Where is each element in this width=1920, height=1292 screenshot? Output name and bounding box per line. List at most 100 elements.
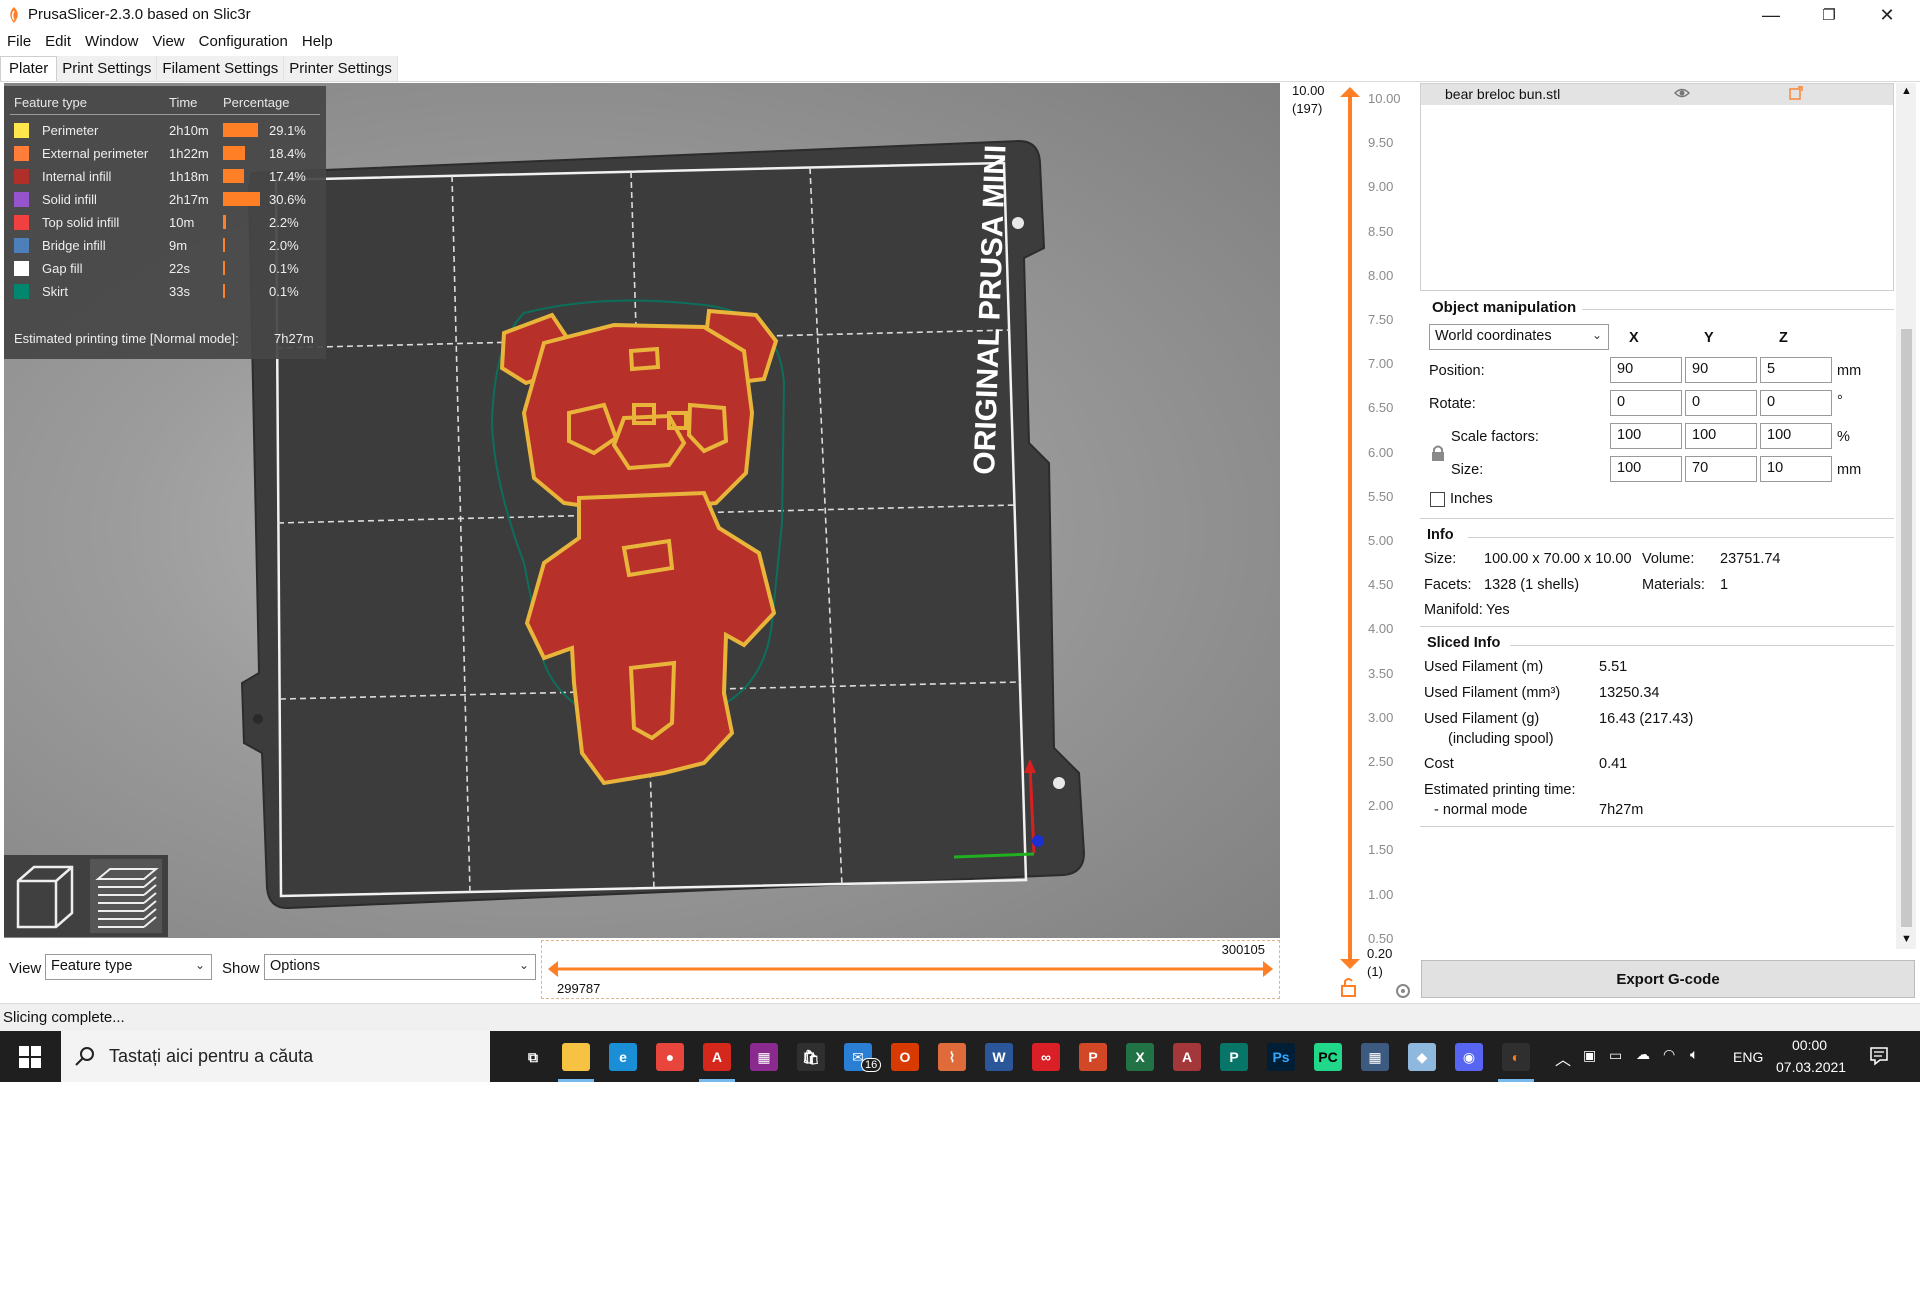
show-options-select[interactable]: Options ⌄ [264, 954, 536, 980]
legend-percentage-bar [223, 146, 246, 160]
layer-slider-bottom-thumb[interactable] [1340, 959, 1360, 969]
scrollbar-thumb[interactable] [1901, 329, 1912, 927]
tab-print-settings[interactable]: Print Settings [57, 56, 158, 81]
legend-percentage-bar [223, 284, 225, 298]
menu-window[interactable]: Window [78, 30, 145, 54]
size-z-input[interactable]: 10 [1760, 456, 1832, 482]
volume-icon[interactable]: 🔈︎ [1690, 1046, 1698, 1063]
move-slider[interactable]: 300105 299787 [541, 940, 1280, 999]
layer-tick-label: 10.00 [1368, 91, 1401, 106]
notifications-icon[interactable] [1869, 1046, 1889, 1066]
language-indicator[interactable]: ENG [1733, 1049, 1763, 1065]
chevron-down-icon: ⌄ [518, 958, 529, 972]
scroll-down-icon[interactable]: ▼ [1901, 933, 1912, 945]
tab-printer-settings[interactable]: Printer Settings [284, 56, 398, 81]
battery-icon[interactable]: ▭ [1609, 1047, 1622, 1064]
menu-file[interactable]: File [0, 30, 38, 54]
lock-icon[interactable] [1341, 978, 1356, 997]
search-placeholder: Tastați aici pentru a căuta [109, 1046, 314, 1066]
calculator-icon[interactable]: ▦ [1361, 1043, 1389, 1071]
legend-color-swatch [14, 284, 29, 299]
info-materials-value: 1 [1720, 577, 1729, 593]
powerpoint-icon[interactable]: P [1079, 1043, 1107, 1071]
onedrive-icon[interactable]: ☁ [1636, 1046, 1650, 1063]
legend-percentage-bar [223, 261, 225, 275]
sketchup-icon[interactable]: ◆ [1408, 1043, 1436, 1071]
maximize-button[interactable]: ❐ [1800, 0, 1858, 30]
object-row[interactable]: bear breloc bun.stl [1421, 84, 1893, 105]
export-gcode-button[interactable]: Export G-code [1421, 960, 1915, 998]
publisher-icon[interactable]: P [1220, 1043, 1248, 1071]
menu-view[interactable]: View [145, 30, 191, 54]
size-y-input[interactable]: 70 [1685, 456, 1757, 482]
store-icon[interactable]: 🛍︎ [797, 1043, 825, 1071]
access-icon[interactable]: A [1173, 1043, 1201, 1071]
close-button[interactable]: ✕ [1858, 0, 1916, 30]
object-list: bear breloc bun.stl [1420, 83, 1894, 291]
layer-tick-label: 6.00 [1368, 444, 1394, 460]
layer-slider[interactable] [1280, 83, 1418, 1000]
legend-row: Top solid infill 10m 2.2% [4, 211, 326, 234]
edge-icon[interactable]: e [609, 1043, 637, 1071]
winrar-icon[interactable]: ▦ [750, 1043, 778, 1071]
taskbar-search-box[interactable]: Tastați aici pentru a căuta [61, 1031, 490, 1082]
position-x-input[interactable]: 90 [1610, 357, 1682, 383]
minimize-button[interactable]: — [1742, 0, 1800, 30]
legend-feature-percentage: 0.1% [269, 284, 299, 299]
legend-row: Solid infill 2h17m 30.6% [4, 188, 326, 211]
word-icon[interactable]: W [985, 1043, 1013, 1071]
rotate-y-input[interactable]: 0 [1685, 390, 1757, 416]
windows-start-icon[interactable] [19, 1046, 41, 1068]
rotate-x-input[interactable]: 0 [1610, 390, 1682, 416]
menu-configuration[interactable]: Configuration [192, 30, 295, 54]
3d-view-button[interactable] [8, 859, 80, 933]
position-z-input[interactable]: 5 [1760, 357, 1832, 383]
settings-cog-icon[interactable] [1396, 984, 1410, 998]
rotate-z-input[interactable]: 0 [1760, 390, 1832, 416]
inches-checkbox[interactable] [1430, 492, 1445, 507]
coordinates-select[interactable]: World coordinates ⌄ [1429, 324, 1609, 350]
move-slider-left-thumb[interactable] [548, 961, 558, 977]
layer-slider-top-thumb[interactable] [1340, 87, 1360, 97]
acrobat-icon[interactable]: A [703, 1043, 731, 1071]
tab-filament-settings[interactable]: Filament Settings [157, 56, 285, 81]
taskbar-active-indicator [1498, 1079, 1534, 1082]
scale-lock-icon[interactable] [1430, 444, 1446, 462]
creative-cloud-icon[interactable]: ∞ [1032, 1043, 1060, 1071]
rotate-unit: ° [1837, 393, 1843, 409]
file-explorer-icon[interactable] [562, 1043, 590, 1071]
photoshop-icon[interactable]: Ps [1267, 1043, 1295, 1071]
task-view-icon[interactable]: ⧉ [519, 1043, 547, 1071]
scale-x-input[interactable]: 100 [1610, 423, 1682, 449]
scale-z-input[interactable]: 100 [1760, 423, 1832, 449]
right-panel-scrollbar[interactable]: ▲ ▼ [1896, 83, 1916, 949]
slicer-app-icon[interactable]: ⌇ [938, 1043, 966, 1071]
excel-icon[interactable]: X [1126, 1043, 1154, 1071]
view-type-select[interactable]: Feature type ⌄ [45, 954, 212, 980]
wifi-icon[interactable]: ◠ [1663, 1046, 1675, 1063]
menu-help[interactable]: Help [295, 30, 340, 54]
discord-icon[interactable]: ◉ [1455, 1043, 1483, 1071]
office-icon[interactable]: O [891, 1043, 919, 1071]
eye-icon[interactable] [1674, 87, 1690, 99]
tray-chevron-icon[interactable]: ︿ [1555, 1046, 1571, 1070]
section-divider [1420, 626, 1894, 627]
pycharm-icon[interactable]: PC [1314, 1043, 1342, 1071]
scale-y-input[interactable]: 100 [1685, 423, 1757, 449]
position-y-input[interactable]: 90 [1685, 357, 1757, 383]
tray-device-icon[interactable]: ▣ [1583, 1047, 1596, 1064]
object-settings-icon[interactable] [1788, 85, 1804, 101]
menu-edit[interactable]: Edit [38, 30, 78, 54]
preview-button[interactable] [90, 859, 162, 933]
clock-time[interactable]: 00:00 [1792, 1037, 1827, 1053]
chrome-icon[interactable]: ● [656, 1043, 684, 1071]
legend-feature-percentage: 30.6% [269, 192, 306, 207]
move-slider-right-thumb[interactable] [1263, 961, 1273, 977]
scroll-up-icon[interactable]: ▲ [1901, 85, 1912, 97]
tab-plater[interactable]: Plater [0, 56, 58, 81]
size-x-input[interactable]: 100 [1610, 456, 1682, 482]
legend-estimated-value: 7h27m [274, 331, 314, 346]
layer-top-index: (197) [1292, 101, 1323, 116]
prusaslicer-taskbar-icon[interactable]: ◐ [1502, 1043, 1530, 1071]
clock-date[interactable]: 07.03.2021 [1776, 1059, 1846, 1075]
